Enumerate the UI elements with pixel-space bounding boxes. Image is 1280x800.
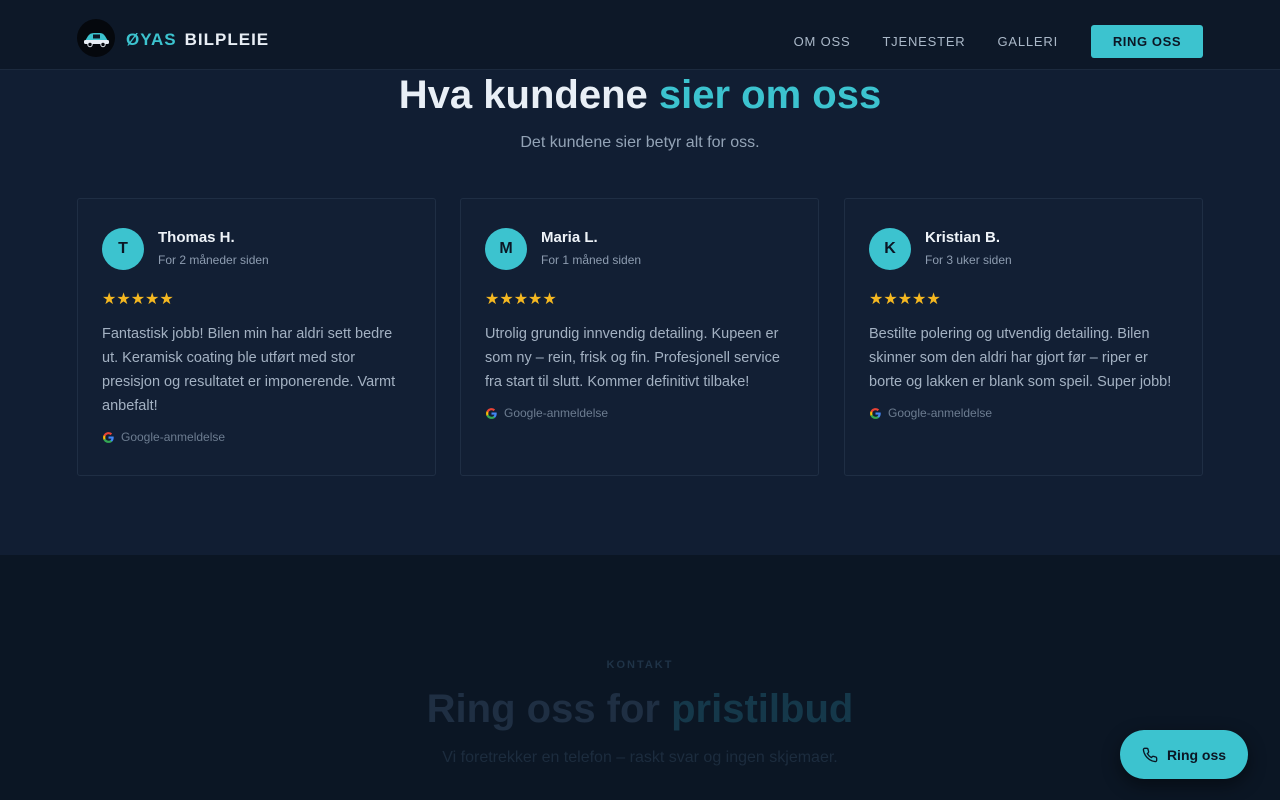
star-rating: ★★★★★ — [485, 291, 557, 308]
review-header: M Maria L. For 1 måned siden — [485, 228, 794, 270]
review-source-label: Google-anmeldelse — [888, 406, 993, 420]
review-header: T Thomas H. For 2 måneder siden — [102, 228, 411, 270]
contact-kicker: KONTAKT — [606, 659, 674, 671]
contact-title-part1: Ring oss for — [426, 687, 660, 731]
contact-subtitle: Vi foretrekker en telefon – raskt svar o… — [442, 749, 838, 766]
main-nav: OM OSS TJENESTER GALLERI RING OSS — [794, 25, 1203, 58]
review-card: T Thomas H. For 2 måneder siden ★★★★★ Fa… — [77, 198, 436, 476]
review-time: For 2 måneder siden — [158, 253, 269, 267]
star-rating: ★★★★★ — [102, 291, 174, 308]
reviews-title: Hva kundene sier om oss — [0, 72, 1280, 118]
google-icon — [870, 407, 881, 419]
review-text: Fantastisk jobb! Bilen min har aldri set… — [102, 326, 396, 414]
review-source-label: Google-anmeldelse — [504, 406, 609, 420]
floating-call-button[interactable]: Ring oss — [1120, 730, 1248, 779]
floating-call-label: Ring oss — [1166, 746, 1227, 763]
contact-title: Ring oss for pristilbud — [0, 687, 1280, 732]
reviews-title-part1: Hva kundene — [398, 73, 648, 117]
phone-icon — [1142, 747, 1158, 762]
review-source-label: Google-anmeldelse — [121, 430, 226, 444]
contact-section: KONTAKT Ring oss for pristilbud Vi foret… — [0, 555, 1280, 800]
google-icon — [486, 407, 497, 419]
nav-tjenester[interactable]: TJENESTER — [882, 25, 965, 58]
review-source: Google-anmeldelse — [485, 406, 794, 420]
review-source: Google-anmeldelse — [102, 430, 411, 444]
site-header: ØYAS BILPLEIE OM OSS TJENESTER GALLERI RI… — [0, 0, 1280, 70]
review-time: For 3 uker siden — [925, 253, 1012, 267]
brand-logo[interactable]: ØYAS BILPLEIE — [77, 19, 269, 57]
reviewer-name: Thomas H. — [158, 229, 235, 246]
brand-name-part1: ØYAS — [126, 29, 177, 49]
review-card: M Maria L. For 1 måned siden ★★★★★ Utrol… — [460, 198, 819, 476]
avatar: M — [485, 228, 527, 270]
review-card: K Kristian B. For 3 uker siden ★★★★★ Bes… — [844, 198, 1203, 476]
brand-name-part2: BILPLEIE — [184, 29, 270, 49]
reviewer: Maria L. For 1 måned siden — [541, 228, 641, 267]
avatar: K — [869, 228, 911, 270]
nav-om-oss[interactable]: OM OSS — [794, 25, 851, 58]
reviewer: Kristian B. For 3 uker siden — [925, 228, 1012, 267]
review-source: Google-anmeldelse — [869, 406, 1178, 420]
reviewer-name: Kristian B. — [925, 229, 1001, 246]
star-rating: ★★★★★ — [869, 291, 941, 308]
reviews-subtitle: Det kundene sier betyr alt for oss. — [520, 134, 760, 151]
contact-title-accent: pristilbud — [671, 687, 854, 731]
google-icon — [103, 431, 114, 443]
nav-galleri[interactable]: GALLERI — [997, 25, 1058, 58]
review-header: K Kristian B. For 3 uker siden — [869, 228, 1178, 270]
brand-name: ØYAS BILPLEIE — [126, 30, 269, 50]
review-text: Bestilte polering og utvendig detailing.… — [869, 326, 1172, 390]
review-text: Utrolig grundig innvendig detailing. Kup… — [485, 326, 780, 390]
car-logo-icon — [77, 19, 115, 57]
ring-oss-button[interactable]: RING OSS — [1091, 25, 1203, 58]
reviews-title-accent: sier om oss — [658, 73, 882, 117]
avatar: T — [102, 228, 144, 270]
review-time: For 1 måned siden — [541, 253, 642, 267]
reviewer-name: Maria L. — [541, 229, 598, 246]
reviewer: Thomas H. For 2 måneder siden — [158, 228, 269, 267]
